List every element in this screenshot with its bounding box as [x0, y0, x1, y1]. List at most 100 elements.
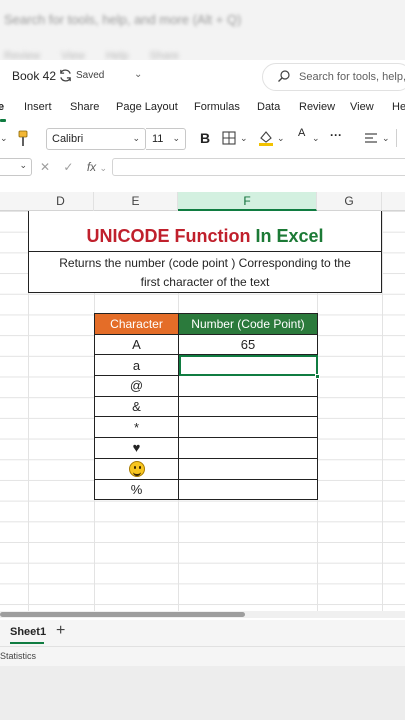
- active-number-cell[interactable]: [178, 354, 318, 377]
- number-cell[interactable]: [178, 437, 318, 459]
- font-name-select[interactable]: Calibri ⌄: [46, 128, 146, 150]
- number-cell[interactable]: 65: [178, 333, 318, 356]
- sheet-tab-bar: Sheet1 +: [0, 620, 405, 646]
- chevron-down-icon: ⌄: [132, 133, 140, 143]
- active-sheet-indicator: [10, 642, 44, 644]
- number-cell[interactable]: [178, 416, 318, 439]
- column-header-e[interactable]: E: [94, 192, 178, 211]
- top-search-hint: Search for tools, help, and more (Alt + …: [4, 12, 242, 27]
- tab-home[interactable]: e: [0, 101, 4, 113]
- more-options-icon[interactable]: ···: [330, 128, 342, 142]
- scrollbar-thumb[interactable]: [0, 612, 245, 617]
- description-line-1: Returns the number (code point ) Corresp…: [59, 256, 351, 270]
- align-left-icon[interactable]: [364, 132, 378, 144]
- table-row: *: [94, 416, 318, 439]
- chevron-down-icon[interactable]: ⌄: [134, 69, 142, 80]
- worksheet-grid[interactable]: UNICODE Function In Excel Returns the nu…: [0, 211, 405, 611]
- borders-icon[interactable]: [222, 131, 236, 145]
- character-cell[interactable]: %: [94, 478, 179, 501]
- number-cell[interactable]: [178, 395, 318, 418]
- tab-insert[interactable]: Insert: [24, 101, 52, 113]
- bold-button[interactable]: B: [200, 130, 210, 146]
- tab-data[interactable]: Data: [257, 101, 280, 113]
- tab-page-layout[interactable]: Page Layout: [116, 101, 178, 113]
- character-cell[interactable]: A: [94, 333, 179, 356]
- font-size-value: 11: [152, 133, 164, 145]
- tab-formulas[interactable]: Formulas: [194, 101, 240, 113]
- description-cell[interactable]: Returns the number (code point ) Corresp…: [28, 252, 382, 293]
- table-row: [94, 457, 318, 480]
- character-cell[interactable]: &: [94, 395, 179, 418]
- fill-handle[interactable]: [315, 374, 320, 379]
- table-row: &: [94, 395, 318, 418]
- chevron-down-icon[interactable]: ⌄: [382, 133, 390, 144]
- table-row: ♥: [94, 437, 318, 459]
- number-cell[interactable]: [178, 478, 318, 501]
- character-cell[interactable]: *: [94, 416, 179, 439]
- chevron-down-icon: ⌄: [19, 160, 27, 170]
- tab-review[interactable]: Review: [299, 101, 335, 113]
- smiling-face-emoji-icon: [128, 460, 145, 477]
- chevron-down-icon: ⌄: [172, 133, 180, 143]
- header-character[interactable]: Character: [94, 313, 179, 335]
- toolbar-divider: [396, 129, 397, 147]
- cancel-icon[interactable]: ✕: [40, 160, 50, 174]
- table-row: a: [94, 354, 318, 377]
- confirm-icon[interactable]: ✓: [63, 160, 73, 174]
- grid-line: [382, 211, 383, 611]
- number-cell[interactable]: [178, 457, 318, 480]
- save-status: Saved: [76, 70, 105, 81]
- format-painter-icon[interactable]: [17, 130, 29, 148]
- top-blurred-area: Search for tools, help, and more (Alt + …: [0, 0, 405, 62]
- character-cell[interactable]: [94, 457, 179, 480]
- header-number[interactable]: Number (Code Point): [178, 313, 318, 335]
- chevron-down-icon[interactable]: ⌄: [312, 133, 320, 144]
- ribbon-toolbar: ⌄ Calibri ⌄ 11 ⌄ B ⌄ ⌄ A ⌄ ··· ⌄: [0, 124, 405, 156]
- chevron-down-icon[interactable]: ⌄: [240, 133, 248, 144]
- ribbon-tabs: e Insert Share Page Layout Formulas Data…: [0, 96, 405, 122]
- tab-share[interactable]: Share: [70, 101, 99, 113]
- search-icon: [278, 70, 290, 82]
- search-placeholder: Search for tools, help,: [299, 71, 405, 83]
- column-header-g[interactable]: G: [317, 192, 382, 211]
- insert-function-button[interactable]: fx: [87, 160, 96, 174]
- number-cell[interactable]: [178, 375, 318, 397]
- add-sheet-button[interactable]: +: [56, 622, 65, 640]
- table-row: %: [94, 478, 318, 501]
- chevron-down-icon[interactable]: ⌄: [277, 133, 285, 144]
- title-in-excel: In Excel: [255, 226, 324, 246]
- fill-color-icon[interactable]: [258, 129, 274, 147]
- statistics-label[interactable]: Statistics: [0, 651, 36, 661]
- title-cell[interactable]: UNICODE Function In Excel: [28, 211, 382, 252]
- horizontal-scrollbar[interactable]: [0, 611, 405, 618]
- bottom-area: [0, 666, 405, 720]
- character-cell[interactable]: a: [94, 354, 179, 377]
- column-header-f[interactable]: F: [178, 192, 317, 211]
- character-cell[interactable]: @: [94, 375, 179, 397]
- tab-home-indicator: [0, 119, 6, 122]
- column-header-d[interactable]: D: [28, 192, 94, 211]
- table-row: @: [94, 375, 318, 397]
- tab-help[interactable]: He: [392, 101, 405, 113]
- sync-icon: [60, 69, 71, 82]
- workbook-name[interactable]: Book 42: [12, 69, 56, 83]
- character-cell[interactable]: ♥: [94, 437, 179, 459]
- font-color-icon[interactable]: A: [298, 127, 305, 139]
- title-bar: Book 42 Saved ⌄ Search for tools, help,: [0, 60, 405, 94]
- sheet-title: UNICODE Function In Excel: [29, 226, 381, 247]
- formula-bar: ⌄ ✕ ✓ fx ⌄: [0, 158, 405, 178]
- formula-input[interactable]: [112, 158, 405, 176]
- chevron-down-icon[interactable]: ⌄: [0, 133, 8, 144]
- tab-view[interactable]: View: [350, 101, 374, 113]
- search-box[interactable]: Search for tools, help,: [262, 63, 405, 91]
- font-name-value: Calibri: [52, 133, 84, 145]
- table-header-row: Character Number (Code Point): [94, 313, 318, 335]
- unicode-table: Character Number (Code Point) A 65 a @ &…: [94, 313, 318, 501]
- name-box[interactable]: ⌄: [0, 158, 32, 176]
- description-line-2: first character of the text: [140, 275, 270, 289]
- chevron-down-icon[interactable]: ⌄: [100, 163, 108, 173]
- column-header-row: D E F G: [0, 192, 405, 211]
- font-size-select[interactable]: 11 ⌄: [146, 128, 186, 150]
- title-unicode-function: UNICODE Function: [86, 226, 251, 246]
- sheet-tab-sheet1[interactable]: Sheet1: [10, 626, 46, 638]
